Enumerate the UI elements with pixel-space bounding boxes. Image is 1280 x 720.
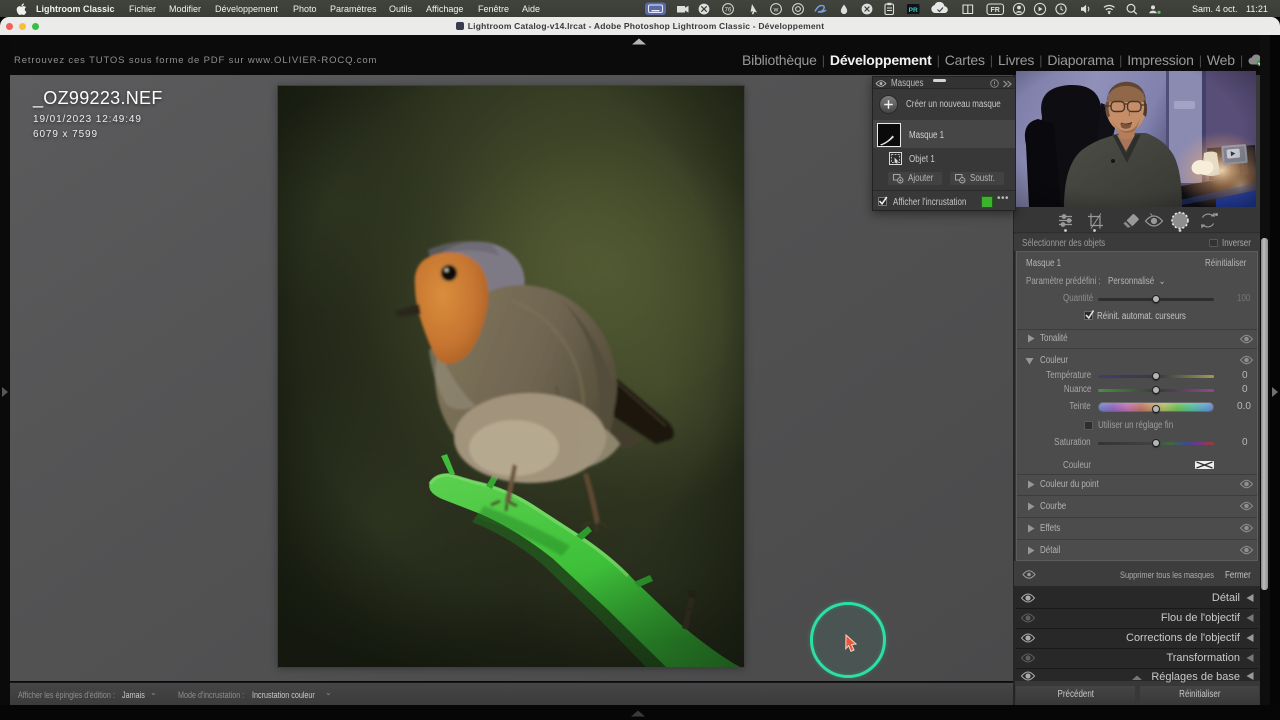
svg-text:76: 76: [725, 7, 732, 13]
svg-text:PR: PR: [909, 7, 918, 14]
svg-text:w: w: [773, 7, 779, 14]
svg-text:FR: FR: [991, 7, 1000, 14]
